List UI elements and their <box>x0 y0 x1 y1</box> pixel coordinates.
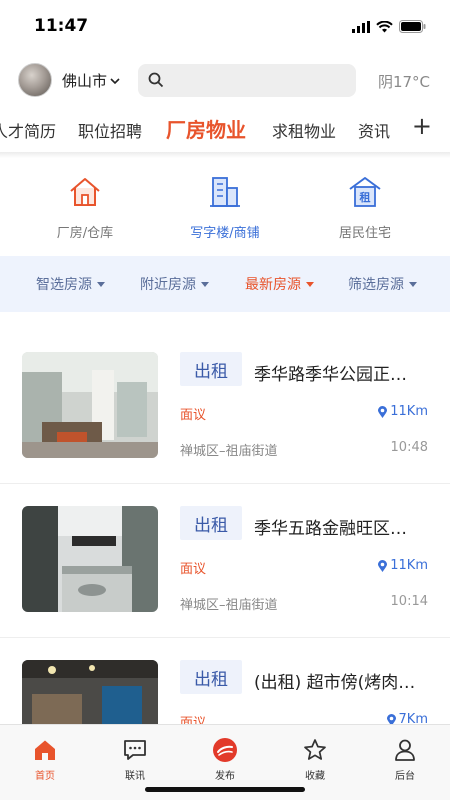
filter-label: 附近房源 <box>140 277 196 293</box>
category-factory-warehouse[interactable]: 厂房/仓库 <box>30 170 140 241</box>
nav-favorites[interactable]: 收藏 <box>280 737 350 782</box>
property-categories: 厂房/仓库 写字楼/商铺 租 居民住宅 <box>0 170 450 250</box>
app-header: 佛山市 阴17°C <box>0 56 450 106</box>
listing-title: 季华路季华公园正… <box>254 365 407 385</box>
battery-icon <box>399 20 426 33</box>
listing-location: 禅城区–祖庙街道 <box>180 444 278 459</box>
listing-price: 面议 <box>180 408 207 423</box>
status-time: 11:47 <box>34 16 89 36</box>
divider <box>0 152 450 158</box>
location-pin-icon <box>378 405 388 418</box>
filter-label: 最新房源 <box>245 277 301 293</box>
tab-factory-property[interactable]: 厂房物业 <box>166 114 246 143</box>
filter-latest[interactable]: 最新房源 <box>245 274 314 294</box>
search-icon <box>148 72 164 88</box>
wifi-icon <box>376 20 393 32</box>
office-building-icon <box>210 177 240 207</box>
nav-backend[interactable]: 后台 <box>370 737 440 782</box>
category-residential[interactable]: 租 居民住宅 <box>310 170 420 241</box>
distance-value: 11Km <box>390 404 428 419</box>
tab-talent-resume[interactable]: 人才简历 <box>0 118 56 142</box>
nav-publish[interactable]: 发布 <box>190 737 260 782</box>
nav-chat[interactable]: 联讯 <box>100 737 170 782</box>
listing-photo <box>22 352 158 458</box>
listing-title: 季华五路金融旺区… <box>254 519 407 539</box>
category-office-shop[interactable]: 写字楼/商铺 <box>170 170 280 241</box>
home-icon <box>35 740 55 760</box>
tab-job-recruit[interactable]: 职位招聘 <box>78 118 142 142</box>
nav-label: 发布 <box>215 771 235 782</box>
rent-icon-text: 租 <box>360 191 371 204</box>
dropdown-triangle-icon <box>409 281 417 287</box>
filter-bar: 智选房源 附近房源 最新房源 筛选房源 <box>0 256 450 312</box>
nav-label: 首页 <box>35 771 55 782</box>
nav-label: 后台 <box>395 771 415 782</box>
list-item[interactable]: 出租 季华路季华公园正… 面议 11Km 禅城区–祖庙街道 10:48 <box>0 330 450 484</box>
nav-home[interactable]: 首页 <box>10 737 80 782</box>
listing-distance: 11Km <box>378 404 428 419</box>
signal-icon <box>352 20 370 33</box>
publish-icon <box>213 738 237 762</box>
city-selector[interactable]: 佛山市 <box>62 70 120 91</box>
listing-price: 面议 <box>180 562 207 577</box>
listing-photo <box>22 660 158 724</box>
nav-label: 联讯 <box>125 771 145 782</box>
chat-icon <box>124 740 146 760</box>
filter-smart[interactable]: 智选房源 <box>36 274 105 294</box>
rent-badge: 出租 <box>180 506 242 540</box>
tab-news[interactable]: 资讯 <box>358 118 390 142</box>
filter-label: 筛选房源 <box>348 277 404 293</box>
filter-screen[interactable]: 筛选房源 <box>348 274 417 294</box>
chevron-down-icon <box>110 77 120 84</box>
home-indicator <box>145 787 305 792</box>
listing-time: 10:14 <box>390 594 428 609</box>
location-pin-icon <box>378 559 388 572</box>
star-icon <box>304 739 326 760</box>
category-label: 厂房/仓库 <box>56 226 114 241</box>
distance-value: 11Km <box>390 558 428 573</box>
dropdown-triangle-icon <box>97 281 105 287</box>
rent-badge: 出租 <box>180 352 242 386</box>
search-input[interactable] <box>138 64 356 97</box>
category-tabs: 人才简历 职位招聘 厂房物业 求租物业 资讯 + <box>0 108 450 152</box>
weather-text: 阴17°C <box>377 73 430 91</box>
rent-house-icon: 租 <box>349 177 381 207</box>
filter-nearby[interactable]: 附近房源 <box>140 274 209 294</box>
house-icon <box>70 178 100 206</box>
city-label: 佛山市 <box>62 72 108 90</box>
status-bar: 11:47 <box>0 0 450 56</box>
category-label: 居民住宅 <box>338 226 391 241</box>
listing-distance: 11Km <box>378 558 428 573</box>
dropdown-triangle-icon <box>306 281 314 287</box>
filter-label: 智选房源 <box>36 277 92 293</box>
listing-photo <box>22 506 158 612</box>
nav-label: 收藏 <box>305 771 325 782</box>
listing-location: 禅城区–祖庙街道 <box>180 598 278 613</box>
category-label: 写字楼/商铺 <box>190 226 260 241</box>
listing-title: (出租) 超市傍(烤肉… <box>254 673 416 693</box>
tab-rent-wanted[interactable]: 求租物业 <box>272 118 336 142</box>
list-item[interactable]: 出租 季华五路金融旺区… 面议 11Km 禅城区–祖庙街道 10:14 <box>0 484 450 638</box>
rent-badge: 出租 <box>180 660 242 694</box>
listing-time: 10:48 <box>390 440 428 455</box>
status-icons <box>352 20 426 33</box>
dropdown-triangle-icon <box>201 281 209 287</box>
add-tab-button[interactable]: + <box>412 112 432 140</box>
user-icon <box>395 739 415 761</box>
avatar[interactable] <box>18 63 52 97</box>
